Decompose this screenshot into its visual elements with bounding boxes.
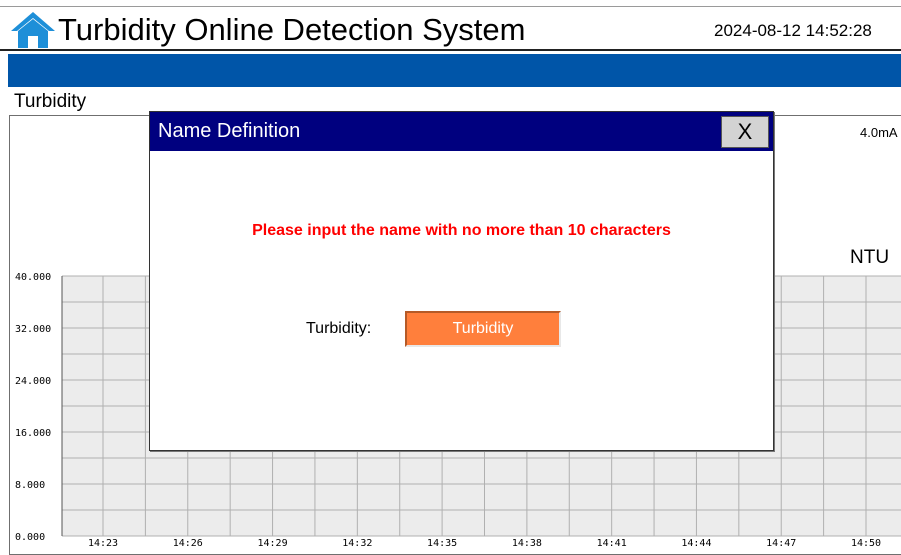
x-tick-label: 14:41: [597, 538, 627, 549]
y-tick-label: 40.000: [15, 272, 51, 283]
dialog-title: Name Definition: [158, 120, 301, 142]
dialog-titlebar[interactable]: Name Definition X: [150, 112, 773, 151]
y-tick-label: 16.000: [15, 428, 51, 439]
x-tick-label: 14:29: [258, 538, 288, 549]
x-tick-label: 14:50: [851, 538, 881, 549]
x-tick-label: 14:47: [766, 538, 796, 549]
x-tick-label: 14:32: [342, 538, 372, 549]
x-tick-label: 14:35: [427, 538, 457, 549]
dialog-message: Please input the name with no more than …: [252, 222, 671, 239]
name-field-label: Turbidity:: [306, 320, 372, 337]
y-tick-label: 32.000: [15, 324, 51, 335]
x-tick-label: 14:23: [88, 538, 118, 549]
x-tick-label: 14:44: [681, 538, 711, 549]
name-input[interactable]: Turbidity: [405, 311, 561, 347]
x-tick-label: 14:38: [512, 538, 542, 549]
close-button[interactable]: X: [721, 116, 769, 148]
y-tick-label: 0.000: [15, 532, 45, 543]
name-definition-dialog: Name Definition X Please input the name …: [149, 111, 774, 451]
y-tick-label: 24.000: [15, 376, 51, 387]
y-tick-label: 8.000: [15, 480, 45, 491]
x-tick-label: 14:26: [173, 538, 203, 549]
